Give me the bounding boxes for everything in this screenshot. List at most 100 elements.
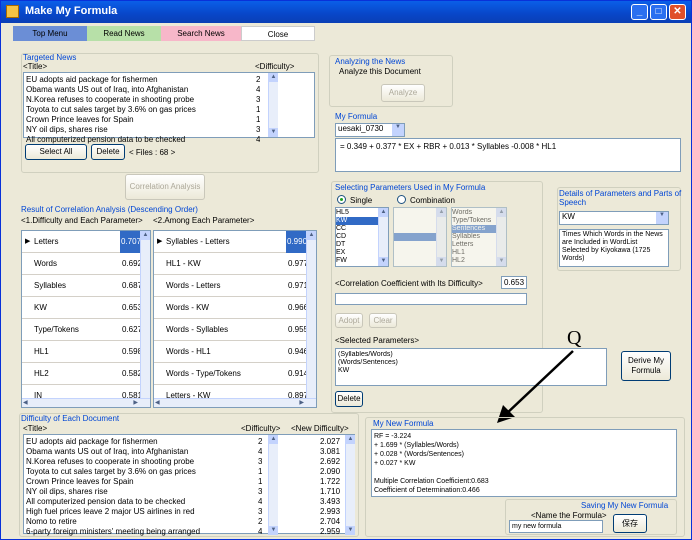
- table-scrollbar[interactable]: ▲: [140, 231, 150, 399]
- chevron-down-icon[interactable]: ▼: [656, 212, 668, 224]
- tab-search-news[interactable]: Search News: [161, 26, 241, 41]
- corr-empty-field[interactable]: [335, 293, 527, 305]
- difficulty-cell[interactable]: 4: [256, 85, 260, 95]
- scroll-left-icon[interactable]: ◀: [155, 399, 160, 406]
- horizontal-scrollbar[interactable]: ◀ ▶: [154, 398, 316, 407]
- param-option[interactable]: HL1: [452, 249, 496, 257]
- param-option[interactable]: CD: [336, 233, 378, 241]
- difficulty-cell[interactable]: 4: [258, 527, 262, 537]
- list-item[interactable]: 6-party foreign ministers' meeting being…: [26, 527, 200, 537]
- new-difficulty-cell[interactable]: 1.722: [320, 477, 340, 487]
- list-item[interactable]: EU adopts aid package for fishermen: [26, 75, 196, 85]
- close-icon[interactable]: ✕: [669, 4, 686, 20]
- table-row[interactable]: HL1 0.598: [22, 341, 150, 363]
- list-item[interactable]: Crown Prince leaves for Spain: [26, 115, 196, 125]
- targeted-delete-button[interactable]: Delete: [91, 144, 125, 160]
- param-option[interactable]: HL5: [336, 209, 378, 217]
- adopt-button[interactable]: Adopt: [335, 313, 363, 328]
- table-row[interactable]: Words - Letters 0.971: [154, 275, 316, 297]
- difficulty-cell[interactable]: 1: [258, 477, 262, 487]
- doc-scrollbar-1[interactable]: ▲ ▼: [268, 435, 278, 535]
- table-row[interactable]: ▶ Syllables - Letters 0.990: [154, 231, 316, 253]
- minimize-icon[interactable]: _: [631, 4, 648, 20]
- new-formula-display[interactable]: RF = -3.224 + 1.699 * (Syllables/Words) …: [371, 429, 677, 497]
- scroll-up-icon[interactable]: ▲: [379, 208, 388, 217]
- difficulty-cell[interactable]: 4: [256, 135, 260, 145]
- difficulty-cell[interactable]: 2: [256, 75, 260, 85]
- corr-value-field[interactable]: 0.653: [501, 276, 527, 289]
- list-item[interactable]: NY oil dips, shares rise: [26, 487, 200, 497]
- scroll-up-icon[interactable]: ▲: [269, 73, 278, 82]
- difficulty-doc-list[interactable]: EU adopts aid package for fishermen Obama…: [23, 434, 355, 537]
- tab-close[interactable]: Close: [241, 26, 315, 41]
- scroll-up-icon[interactable]: ▲: [141, 231, 150, 240]
- param-option[interactable]: HL2: [452, 257, 496, 265]
- list-item[interactable]: Obama wants US out of Iraq, into Afghani…: [26, 85, 196, 95]
- param-list-1[interactable]: HL5 KW CC CD DT EX FW ▲ ▼: [335, 207, 389, 267]
- table-row[interactable]: HL1 - KW 0.977: [154, 253, 316, 275]
- table-row[interactable]: Words - KW 0.966: [154, 297, 316, 319]
- difficulty-cell[interactable]: 1: [256, 115, 260, 125]
- scroll-up-icon[interactable]: ▲: [269, 435, 278, 444]
- targeted-scrollbar[interactable]: ▲ ▼: [268, 73, 278, 137]
- selected-param[interactable]: (Words/Sentences): [338, 359, 398, 367]
- list-item[interactable]: N.Korea refuses to cooperate in shooting…: [26, 457, 200, 467]
- param-option[interactable]: KW: [336, 217, 378, 225]
- scroll-left-icon[interactable]: ◀: [23, 399, 28, 406]
- param-list-2[interactable]: Words Type/Tokens Sentences Syllables Letter…: [451, 207, 507, 267]
- difficulty-cell[interactable]: 2: [258, 437, 262, 447]
- list-item[interactable]: Toyota to cut sales target by 3.6% on ga…: [26, 105, 196, 115]
- difficulty-parameter-table[interactable]: ▶ Letters 0.707 Words 0.692 Syllables 0.687 KW 0…: [21, 230, 151, 408]
- chevron-down-icon[interactable]: ▼: [392, 124, 404, 136]
- table-row[interactable]: NNS0.511: [22, 407, 150, 408]
- list-item[interactable]: Nomo to retire: [26, 517, 200, 527]
- table-row[interactable]: Type/Tokens 0.627: [22, 319, 150, 341]
- formula-select[interactable]: uesaki_0730 ▼: [335, 123, 405, 137]
- param-option[interactable]: FW: [336, 257, 378, 265]
- scroll-down-icon[interactable]: ▼: [497, 257, 506, 266]
- scroll-right-icon[interactable]: ▶: [299, 399, 304, 406]
- new-difficulty-cell[interactable]: 2.959: [320, 527, 340, 537]
- table-row[interactable]: KW 0.653: [22, 297, 150, 319]
- list-item[interactable]: EU adopts aid package for fishermen: [26, 437, 200, 447]
- difficulty-cell[interactable]: 3: [256, 95, 260, 105]
- single-radio[interactable]: [337, 195, 346, 204]
- scroll-right-icon[interactable]: ▶: [133, 399, 138, 406]
- new-difficulty-cell[interactable]: 2.704: [320, 517, 340, 527]
- param-option[interactable]: Sentences: [452, 225, 496, 233]
- new-difficulty-cell[interactable]: 2.090: [320, 467, 340, 477]
- difficulty-cell[interactable]: 3: [258, 487, 262, 497]
- param-option[interactable]: Type/Tokens: [452, 217, 496, 225]
- table-row[interactable]: HL2 0.582: [22, 363, 150, 385]
- difficulty-cell[interactable]: 4: [258, 447, 262, 457]
- scroll-up-icon[interactable]: ▲: [437, 208, 446, 217]
- analyze-button[interactable]: Analyze: [381, 84, 425, 102]
- list-item[interactable]: N.Korea refuses to cooperate in shooting…: [26, 95, 196, 105]
- table-row[interactable]: Type/Tokens - Letters0.880: [154, 407, 316, 408]
- formula-name-input[interactable]: my new formula: [509, 520, 603, 533]
- param-option[interactable]: Words: [452, 209, 496, 217]
- combination-radio[interactable]: [397, 195, 406, 204]
- correlation-analysis-button[interactable]: Correlation Analysis: [125, 174, 205, 200]
- list-item[interactable]: Toyota to cut sales target by 3.6% on ga…: [26, 467, 200, 477]
- table-row[interactable]: Words - HL1 0.946: [154, 341, 316, 363]
- difficulty-cell[interactable]: 2: [258, 517, 262, 527]
- param-option[interactable]: CC: [336, 225, 378, 233]
- scroll-down-icon[interactable]: ▼: [437, 257, 446, 266]
- selected-param[interactable]: KW: [338, 367, 398, 375]
- tab-top-menu[interactable]: Top Menu: [13, 26, 87, 41]
- list-item[interactable]: All computerized pension data to be chec…: [26, 497, 200, 507]
- list-item[interactable]: Obama wants US out of Iraq, into Afghani…: [26, 447, 200, 457]
- scroll-down-icon[interactable]: ▼: [269, 128, 278, 137]
- difficulty-cell[interactable]: 4: [258, 497, 262, 507]
- table-scrollbar[interactable]: ▲: [306, 231, 316, 399]
- formula-display[interactable]: = 0.349 + 0.377 * EX + RBR + 0.013 * Syl…: [335, 138, 681, 172]
- new-difficulty-cell[interactable]: 3.081: [320, 447, 340, 457]
- difficulty-cell[interactable]: 3: [258, 457, 262, 467]
- parameter-pairs-table[interactable]: ▶ Syllables - Letters 0.990 HL1 - KW 0.977 Wo…: [153, 230, 317, 408]
- targeted-news-list[interactable]: EU adopts aid package for fishermen Obama…: [23, 72, 315, 144]
- select-all-button[interactable]: Select All: [25, 144, 87, 160]
- table-row[interactable]: Words 0.692: [22, 253, 150, 275]
- maximize-icon[interactable]: □: [650, 4, 667, 20]
- scroll-up-icon[interactable]: ▲: [307, 231, 316, 240]
